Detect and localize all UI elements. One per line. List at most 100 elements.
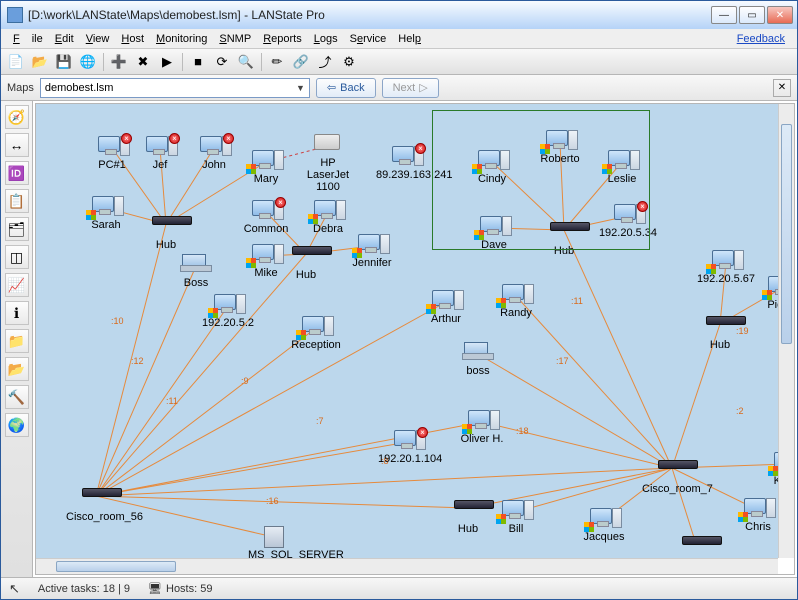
node-ip1922052[interactable]: 192.20.5.2 bbox=[198, 294, 258, 329]
node-hplj[interactable]: HP LaserJet 1100 bbox=[298, 134, 358, 193]
scroll-thumb[interactable] bbox=[56, 561, 176, 572]
toolbar-button-11[interactable]: 🔗 bbox=[290, 52, 312, 72]
toolbar-button-3[interactable]: 🌐 bbox=[77, 52, 99, 72]
node-pierre[interactable]: Pierre bbox=[752, 276, 778, 311]
toolbar-button-4[interactable]: ➕ bbox=[108, 52, 130, 72]
error-badge: × bbox=[169, 133, 180, 144]
node-hub4[interactable]: Hub bbox=[690, 312, 750, 351]
menu-logs[interactable]: Logs bbox=[308, 33, 344, 45]
node-boss2[interactable]: boss bbox=[448, 342, 508, 377]
svg-text::11: :11 bbox=[571, 296, 583, 306]
toolbar-button-8[interactable]: ⟳ bbox=[211, 52, 233, 72]
node-mary[interactable]: Mary bbox=[236, 150, 296, 185]
sidebar-button-11[interactable]: 🌍 bbox=[5, 413, 29, 437]
close-button[interactable]: ✕ bbox=[767, 6, 793, 24]
cursor-icon: ↖ bbox=[9, 581, 20, 597]
node-label: Reception bbox=[286, 339, 346, 351]
node-label: Chris bbox=[728, 521, 778, 533]
sidebar-button-7[interactable]: ℹ bbox=[5, 301, 29, 325]
node-ip1922011104[interactable]: ×192.20.1.104 bbox=[378, 430, 438, 465]
windows-badge bbox=[86, 210, 96, 220]
maximize-button[interactable]: ▭ bbox=[739, 6, 765, 24]
node-label: Jennifer bbox=[342, 257, 402, 269]
node-oliverh[interactable]: Oliver H. bbox=[452, 410, 512, 445]
node-ip19220567[interactable]: 192.20.5.67 bbox=[696, 250, 756, 285]
toolbar-button-10[interactable]: ✏ bbox=[266, 52, 288, 72]
feedback-link[interactable]: Feedback bbox=[731, 33, 791, 45]
node-boss[interactable]: Boss bbox=[166, 254, 226, 289]
sidebar-button-10[interactable]: 🔨 bbox=[5, 385, 29, 409]
node-sarah[interactable]: Sarah bbox=[76, 196, 136, 231]
node-label: HP LaserJet 1100 bbox=[298, 157, 358, 193]
network-map[interactable]: :10:12:11:9:8:7:16:18:17:11:19:2 ×PC#1×J… bbox=[36, 104, 778, 558]
svg-text::16: :16 bbox=[266, 496, 279, 506]
menu-reports[interactable]: Reports bbox=[257, 33, 308, 45]
map-combo-value: demobest.lsm bbox=[45, 82, 113, 94]
next-button[interactable]: Next▷ bbox=[382, 78, 439, 98]
node-bill[interactable]: Bill bbox=[486, 500, 546, 535]
vertical-scrollbar[interactable] bbox=[778, 104, 794, 558]
close-tab-button[interactable]: ✕ bbox=[773, 79, 791, 97]
sidebar-button-6[interactable]: 📈 bbox=[5, 273, 29, 297]
node-ip89[interactable]: ×89.239.163.241 bbox=[376, 146, 436, 181]
node-common[interactable]: ×Common bbox=[236, 200, 296, 235]
minimize-button[interactable]: — bbox=[711, 6, 737, 24]
node-reception[interactable]: Reception bbox=[286, 316, 346, 351]
sidebar-button-0[interactable]: 🧭 bbox=[5, 105, 29, 129]
menu-host[interactable]: Host bbox=[115, 33, 150, 45]
arrow-left-icon: ⇦ bbox=[327, 81, 336, 94]
toolbar-button-6[interactable]: ▶ bbox=[156, 52, 178, 72]
node-hub1[interactable]: Hub bbox=[136, 212, 196, 251]
sidebar-button-9[interactable]: 📂 bbox=[5, 357, 29, 381]
menu-snmp[interactable]: SNMP bbox=[213, 33, 257, 45]
sidebar-button-4[interactable]: 🗂 bbox=[5, 217, 29, 241]
toolbar-button-7[interactable]: ■ bbox=[187, 52, 209, 72]
node-chris[interactable]: Chris bbox=[728, 498, 778, 533]
sidebar-button-3[interactable]: 📋 bbox=[5, 189, 29, 213]
toolbar-button-5[interactable]: ✖ bbox=[132, 52, 154, 72]
node-label: MS_SQL_SERVER bbox=[248, 549, 308, 558]
menu-monitoring[interactable]: Monitoring bbox=[150, 33, 213, 45]
menu-edit[interactable]: Edit bbox=[49, 33, 80, 45]
menu-service[interactable]: Service bbox=[344, 33, 393, 45]
map-combo[interactable]: demobest.lsm ▼ bbox=[40, 78, 310, 98]
toolbar-button-2[interactable]: 💾 bbox=[53, 52, 75, 72]
node-john[interactable]: ×John bbox=[184, 136, 244, 171]
node-randy[interactable]: Randy bbox=[486, 284, 546, 319]
status-tasks: Active tasks: 18 | 9 bbox=[38, 583, 130, 595]
toolbar-button-1[interactable]: 📂 bbox=[29, 52, 51, 72]
windows-badge bbox=[426, 304, 436, 314]
node-arthur[interactable]: Arthur bbox=[416, 290, 476, 325]
toolbar-button-12[interactable]: ⤴ bbox=[314, 52, 336, 72]
sidebar-button-1[interactable]: ↔ bbox=[5, 133, 29, 157]
sidebar-button-8[interactable]: 📁 bbox=[5, 329, 29, 353]
windows-badge bbox=[768, 466, 778, 476]
sidebar-button-2[interactable]: 🆔 bbox=[5, 161, 29, 185]
toolbar-button-0[interactable]: 📄 bbox=[5, 52, 27, 72]
toolbar-button-13[interactable]: ⚙ bbox=[338, 52, 360, 72]
menu-file[interactable]: File bbox=[7, 33, 49, 45]
node-cisco56[interactable]: Cisco_room_56 bbox=[66, 484, 126, 523]
node-jef[interactable]: ×Jef bbox=[130, 136, 190, 171]
selection-box[interactable] bbox=[432, 110, 650, 250]
node-label: Common bbox=[236, 223, 296, 235]
node-jennifer[interactable]: Jennifer bbox=[342, 234, 402, 269]
node-cisco7[interactable]: Cisco_room_7 bbox=[642, 456, 702, 495]
node-hub2[interactable]: Hub bbox=[276, 242, 336, 281]
menu-view[interactable]: View bbox=[80, 33, 116, 45]
back-button[interactable]: ⇦Back bbox=[316, 78, 376, 98]
horizontal-scrollbar[interactable] bbox=[36, 558, 778, 574]
node-mssql[interactable]: MS_SQL_SERVER bbox=[248, 526, 308, 558]
node-kathe[interactable]: Kathe bbox=[758, 452, 778, 487]
titlebar[interactable]: [D:\work\LANState\Maps\demobest.lsm] - L… bbox=[1, 1, 797, 29]
node-label: Cisco_room_56 bbox=[66, 511, 126, 523]
toolbar-button-9[interactable]: 🔍 bbox=[235, 52, 257, 72]
node-label: Oliver H. bbox=[452, 433, 512, 445]
node-debra[interactable]: Debra bbox=[298, 200, 358, 235]
menu-help[interactable]: Help bbox=[392, 33, 427, 45]
node-label: Hub bbox=[276, 269, 336, 281]
sidebar-button-5[interactable]: ◫ bbox=[5, 245, 29, 269]
node-jacques[interactable]: Jacques bbox=[574, 508, 634, 543]
scroll-thumb[interactable] bbox=[781, 124, 792, 344]
node-hub6[interactable]: Hub bbox=[666, 532, 726, 558]
